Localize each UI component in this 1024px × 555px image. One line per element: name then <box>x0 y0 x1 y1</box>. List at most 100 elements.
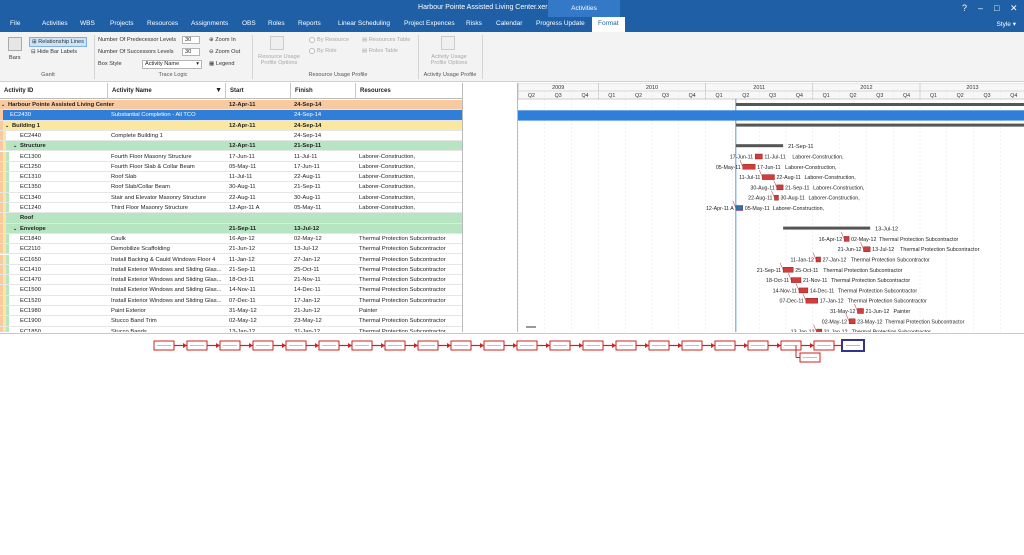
menu-calendar[interactable]: Calendar <box>496 20 522 27</box>
menu-linear-scheduling[interactable]: Linear Scheduling <box>338 20 390 27</box>
level-indicator <box>6 254 9 264</box>
menu-projects[interactable]: Projects <box>110 20 133 27</box>
menu-reports[interactable]: Reports <box>298 20 321 27</box>
gantt-task-bar <box>844 236 850 242</box>
table-row[interactable]: EC1520 Install Exterior Windows and Slidi… <box>0 295 462 306</box>
filter-icon[interactable]: ▼ <box>215 87 222 94</box>
col-header-start[interactable]: Start <box>226 83 291 99</box>
table-row[interactable]: EC1470 Install Exterior Windows and Slidi… <box>0 275 462 286</box>
table-row[interactable]: EC1250 Fourth Floor Slab & Collar Beam 05-… <box>0 161 462 173</box>
table-row[interactable]: EC1410 Install Exterior Windows and Slidi… <box>0 264 462 276</box>
table-row[interactable]: EC1850 Stucco Bands 13-Jan-12 31-Jan-12 Ther… <box>0 326 462 332</box>
table-row[interactable]: EC1240 Third Floor Masonry Structure 12-Ap… <box>0 203 462 214</box>
start-cell: 02-May-12 <box>229 318 257 325</box>
menu-wbs[interactable]: WBS <box>80 20 95 27</box>
zoom-in-button[interactable]: ⊕ Zoom In <box>209 37 236 43</box>
menu-activities[interactable]: Activities <box>42 20 68 27</box>
bars-label[interactable]: Bars <box>9 55 21 61</box>
close-icon[interactable]: ✕ <box>1010 3 1018 14</box>
col-header-activity-id[interactable]: Activity ID <box>0 83 108 99</box>
pane-splitter[interactable] <box>463 83 517 332</box>
expand-chevron-icon[interactable]: ⌄ <box>1 102 5 108</box>
resource-usage-profile-options-button[interactable]: Resource Usage Profile Options <box>256 54 302 66</box>
table-row[interactable]: ⌄ Harbour Pointe Assisted Living Center 12… <box>0 100 462 111</box>
start-cell: 31-May-12 <box>229 308 257 314</box>
table-row[interactable]: EC1500 Install Exterior Windows and Slidi… <box>0 285 462 296</box>
table-row[interactable]: Roof <box>0 213 462 224</box>
expand-chevron-icon[interactable]: ⌄ <box>13 143 17 149</box>
succ-levels-label: Number Of Successors Levels <box>98 49 174 55</box>
trace-logic-network <box>0 333 1024 552</box>
link-arrow <box>183 343 187 348</box>
box-style-select[interactable]: Activity Name ▾ <box>142 60 202 69</box>
table-row[interactable]: ⌄ Structure 12-Apr-11 21-Sep-11 <box>0 141 462 152</box>
table-row[interactable]: EC1900 Stucco Band Trim 02-May-12 23-May-12… <box>0 316 462 327</box>
quarter-label: Q1 <box>823 93 830 99</box>
expand-chevron-icon[interactable]: ⌄ <box>13 226 17 232</box>
succ-levels-input[interactable]: 30 <box>182 48 200 56</box>
bar-finish-label: 25-Oct-11 <box>795 268 818 274</box>
link-arrow <box>645 343 649 348</box>
table-row[interactable]: EC2110 Demobilize Scaffolding 21-Jun-12 13-… <box>0 244 462 255</box>
col-header-resources[interactable]: Resources <box>356 83 462 99</box>
gantt-group-label: Gantt <box>41 72 55 78</box>
year-label: 2009 <box>552 85 564 91</box>
minimize-icon[interactable]: – <box>978 3 983 13</box>
activity-usage-profile-options-button[interactable]: Activity Usage Profile Options <box>426 54 472 66</box>
quarter-label: Q3 <box>769 93 776 99</box>
table-row[interactable]: ⌄ Building 1 12-Apr-11 24-Sep-14 <box>0 120 462 131</box>
menu-assignments[interactable]: Assignments <box>191 20 228 27</box>
wbs-summary-bar <box>735 144 784 148</box>
table-row[interactable]: ⌄ Envelope 21-Sep-11 13-Jul-12 <box>0 223 462 234</box>
table-row[interactable]: EC2440 Complete Building 1 24-Sep-14 <box>0 130 462 142</box>
by-role-radio[interactable] <box>309 48 315 54</box>
col-header-finish[interactable]: Finish <box>291 83 356 99</box>
resources-cell: Thermal Protection Subcontractor <box>359 277 446 284</box>
start-cell: 07-Dec-11 <box>229 297 256 304</box>
table-row[interactable]: EC1300 Fourth Floor Masonry Structure 17-J… <box>0 151 462 162</box>
zoom-out-button[interactable]: ⊖ Zoom Out <box>209 49 240 55</box>
menu-file[interactable]: File <box>10 20 20 27</box>
pred-levels-input[interactable]: 30 <box>182 36 200 44</box>
start-cell: 11-Jan-12 <box>229 256 255 263</box>
menu-project-expences[interactable]: Project Expences <box>404 20 455 27</box>
group-separator <box>482 35 483 79</box>
roles-table-button[interactable]: ▤ Roles Table <box>362 48 398 54</box>
menu-format[interactable]: Format <box>592 17 625 32</box>
menu-resources[interactable]: Resources <box>147 20 178 27</box>
wbs-summary-bar <box>735 123 1024 127</box>
col-header-activity-name[interactable]: Activity Name ▼ <box>108 83 226 99</box>
bar-resource-label: Laborer-Construction, <box>813 185 864 191</box>
table-row[interactable]: EC1310 Roof Slab 11-Jul-11 22-Aug-11 Laborer… <box>0 172 462 183</box>
table-row[interactable]: EC1340 Stair and Elevator Masonry Structu… <box>0 192 462 203</box>
menu-obs[interactable]: OBS <box>242 20 256 27</box>
hide-bar-labels-button[interactable]: ⊟ Hide Bar Labels <box>31 49 77 55</box>
table-row[interactable]: EC1840 Caulk 16-Apr-12 02-May-12 Thermal Pro… <box>0 233 462 245</box>
table-row[interactable]: EC1980 Paint Exterior 31-May-12 21-Jun-12 Pa… <box>0 306 462 317</box>
gantt-canvas: 2009 2010 2011 2012 2013Q2 Q3 Q4 Q1 Q2 Q3 Q4 Q1 Q2 Q3… <box>518 83 1024 332</box>
help-icon[interactable]: ? <box>962 3 967 13</box>
link-arrow <box>447 343 451 348</box>
expand-chevron-icon[interactable]: ⌄ <box>5 123 9 129</box>
activity-name-cell: Install Exterior Windows and Sliding Gla… <box>111 277 222 284</box>
maximize-icon[interactable]: □ <box>994 3 999 13</box>
legend-label: Legend <box>215 61 235 67</box>
table-row[interactable]: EC2430 Substantial Completion - All TCO 24… <box>0 110 462 121</box>
resources-table-button[interactable]: ▤ Resources Table <box>362 37 410 43</box>
menu-roles[interactable]: Roles <box>268 20 285 27</box>
bar-resource-label: Thermal Protection Subcontractor <box>879 237 958 243</box>
quarter-label: Q1 <box>608 93 615 99</box>
menu-progress-update[interactable]: Progress Update <box>536 20 585 27</box>
legend-button[interactable]: ▦ Legend <box>209 61 235 67</box>
link-arrow <box>216 343 220 348</box>
start-cell: 13-Jan-12 <box>229 328 256 332</box>
table-row[interactable]: EC1650 Install Backing & Cauld Windows Fl… <box>0 254 462 265</box>
menu-risks[interactable]: Risks <box>466 20 482 27</box>
bar-resource-label: Thermal Protection Subcontractor <box>823 268 902 274</box>
by-resource-radio[interactable] <box>309 37 315 43</box>
relationship-lines-button[interactable]: ⊞ Relationship Lines <box>29 37 87 47</box>
table-row[interactable]: EC1350 Roof Slab/Collar Beam 30-Aug-11 21-S… <box>0 182 462 193</box>
bar-finish-label: 30-Aug-11 <box>780 196 804 202</box>
style-menu[interactable]: Style ▾ <box>996 20 1016 28</box>
bars-icon[interactable] <box>8 37 22 51</box>
